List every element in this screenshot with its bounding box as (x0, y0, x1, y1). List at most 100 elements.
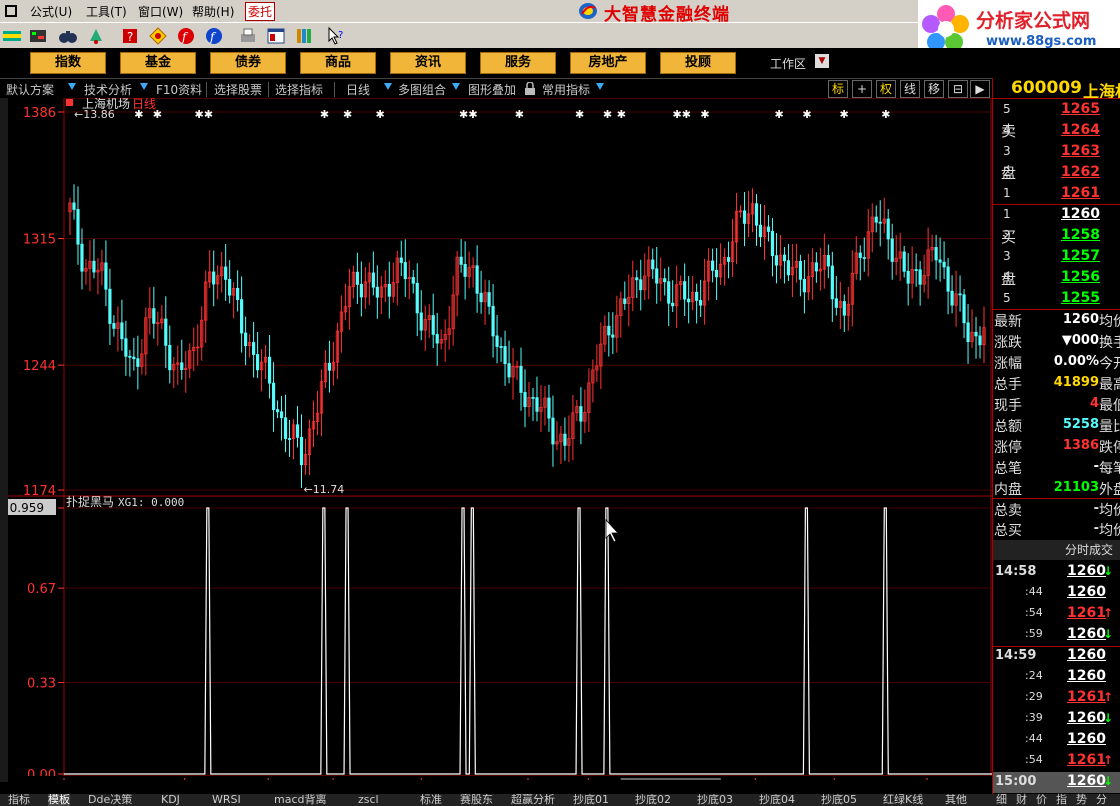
tag-rights-button[interactable]: 权 (876, 80, 896, 98)
sell-row-5[interactable]: 5 1265 (993, 100, 1120, 121)
quote-tab-0[interactable]: 细 (996, 794, 1007, 806)
quote-tab-2[interactable]: 价 (1036, 794, 1047, 806)
buy-row-3[interactable]: 3 1257 (993, 247, 1120, 268)
bottom-tab-14[interactable]: 抄底05 (821, 794, 857, 806)
binoculars-icon[interactable] (58, 26, 78, 46)
lock-icon[interactable] (524, 82, 536, 96)
bottom-tab-3[interactable]: KDJ (161, 794, 180, 806)
tag-move-button[interactable]: 移 (924, 80, 944, 98)
common-indicator-button[interactable]: 常用指标 (542, 81, 590, 98)
tick-row[interactable]: :59 1260 ↓ (993, 625, 1120, 646)
stat-label: 总手 (994, 377, 1022, 393)
tick-row[interactable]: :54 1261 ↑ (993, 751, 1120, 772)
tick-row[interactable]: 14:58 1260 ↓ (993, 562, 1120, 583)
tick-row[interactable]: 14:59 1260 (993, 646, 1120, 667)
quote-tab-3[interactable]: 指 (1056, 794, 1067, 806)
quote-tab-4[interactable]: 势 (1076, 794, 1087, 806)
chevron-down-icon[interactable]: ▼ (815, 54, 829, 68)
menu-tools[interactable]: 工具(T) (86, 3, 127, 20)
bottom-tab-4[interactable]: WRSI (212, 794, 241, 806)
layout-icon[interactable] (266, 26, 286, 46)
tick-row[interactable]: :39 1260 ↓ (993, 709, 1120, 730)
menu-help[interactable]: 帮助(H) (192, 3, 234, 20)
candle-body (786, 260, 791, 276)
category-advisor[interactable]: 投顾 (660, 52, 736, 74)
tick-row[interactable]: :44 1260 (993, 583, 1120, 604)
quote-tab-1[interactable]: 财 (1016, 794, 1027, 806)
category-index[interactable]: 指数 (30, 52, 106, 74)
scheme-select[interactable]: 默认方案 (6, 81, 54, 98)
menu-window[interactable]: 窗口(W) (138, 3, 183, 20)
flag-icon[interactable] (2, 26, 22, 46)
buy-row-4[interactable]: 4 1256 (993, 268, 1120, 289)
select-indicator-button[interactable]: 选择指标 (275, 81, 323, 98)
tick-row[interactable]: :24 1260 (993, 667, 1120, 688)
print-icon[interactable] (238, 26, 258, 46)
quote-tab-5[interactable]: 分 (1096, 794, 1107, 806)
tick-row[interactable]: :44 1260 (993, 730, 1120, 751)
sell-row-2[interactable]: 2 1262 (993, 163, 1120, 184)
books-icon[interactable] (294, 26, 314, 46)
period-select[interactable]: 日线 (346, 81, 370, 98)
tick-row[interactable]: :29 1261 ↑ (993, 688, 1120, 709)
bottom-tab-8[interactable]: 赛股东 (460, 794, 493, 806)
diamond-icon[interactable] (148, 26, 168, 46)
candle-body (275, 409, 280, 413)
bottom-tab-10[interactable]: 抄底01 (573, 794, 609, 806)
f10-button[interactable]: F10资料 (156, 81, 202, 98)
sell-row-3[interactable]: 3 1263 (993, 142, 1120, 163)
menu-trade[interactable]: 委托 (245, 2, 276, 21)
category-commodity[interactable]: 商品 (300, 52, 376, 74)
buy-row-1[interactable]: 1 1260 (993, 205, 1120, 226)
globe-icon[interactable]: f (204, 26, 224, 46)
period-dropdown-icon[interactable] (384, 83, 392, 90)
tick-row[interactable]: :54 1261 ↑ (993, 604, 1120, 625)
bottom-tab-16[interactable]: 其他 (945, 794, 967, 806)
window-icon[interactable]: ⊟ (948, 80, 968, 98)
app-menu-icon[interactable] (4, 4, 18, 18)
bottom-tab-13[interactable]: 抄底04 (759, 794, 795, 806)
bottom-tab-7[interactable]: 标准 (420, 794, 442, 806)
crosshair-icon[interactable]: + (852, 80, 872, 98)
workarea-label[interactable]: 工作区 (770, 55, 806, 72)
main-chart[interactable]: ✱ ✱ ✱ ✱ ✱ ✱ ✱ ✱ ✱✱ ✱ ✱ ✱ ✱ ✱ ✱ ✱ ✱ ✱ ✱ 11741244131513860.0… (8, 98, 992, 780)
bottom-tab-11[interactable]: 抄底02 (635, 794, 671, 806)
bottom-tab-1[interactable]: 模板 (48, 794, 70, 806)
category-news[interactable]: 资讯 (390, 52, 466, 74)
tag-line-button[interactable]: 线 (900, 80, 920, 98)
bottom-tab-9[interactable]: 超赢分析 (511, 794, 555, 806)
tick-row[interactable]: 15:00 1260 ↓ (993, 772, 1120, 793)
buy-row-2[interactable]: 2 1258 (993, 226, 1120, 247)
category-realestate[interactable]: 房地产 (570, 52, 646, 74)
multi-chart-button[interactable]: 多图组合 (398, 81, 446, 98)
tech-analysis-button[interactable]: 技术分析 (84, 81, 132, 98)
sell-row-1[interactable]: 1 1261 (993, 184, 1120, 205)
bottom-tab-2[interactable]: Dde决策 (88, 794, 132, 806)
panel-toggle-icon[interactable]: ▶ (970, 80, 990, 98)
bottom-tab-15[interactable]: 红绿K线 (883, 794, 923, 806)
tech-dropdown-icon[interactable] (140, 83, 148, 90)
left-tab-strip[interactable] (0, 98, 8, 782)
bottom-tab-0[interactable]: 指标 (8, 794, 30, 806)
buy-row-5[interactable]: 5 1255 (993, 289, 1120, 310)
select-stock-button[interactable]: 选择股票 (214, 81, 262, 98)
alarm-icon[interactable] (86, 26, 106, 46)
bottom-tab-5[interactable]: macd背离 (274, 794, 327, 806)
ticks-title[interactable]: 分时成交 (993, 540, 1120, 560)
quotes-icon[interactable] (28, 26, 48, 46)
chart-f-icon[interactable]: f (176, 26, 196, 46)
overlay-button[interactable]: 图形叠加 (468, 81, 516, 98)
menu-formula[interactable]: 公式(U) (30, 3, 72, 20)
multi-chart-dropdown-icon[interactable] (452, 83, 460, 90)
common-dropdown-icon[interactable] (596, 83, 604, 90)
category-service[interactable]: 服务 (480, 52, 556, 74)
category-bond[interactable]: 债券 (210, 52, 286, 74)
bottom-tab-12[interactable]: 抄底03 (697, 794, 733, 806)
bottom-tab-6[interactable]: zscl (358, 794, 379, 806)
sell-row-4[interactable]: 4 1264 (993, 121, 1120, 142)
help-book-icon[interactable]: ? (120, 26, 140, 46)
pointer-help-icon[interactable]: ? (326, 26, 346, 46)
tag-mark-button[interactable]: 标 (828, 80, 848, 98)
category-fund[interactable]: 基金 (120, 52, 196, 74)
scheme-dropdown-icon[interactable] (68, 83, 76, 90)
